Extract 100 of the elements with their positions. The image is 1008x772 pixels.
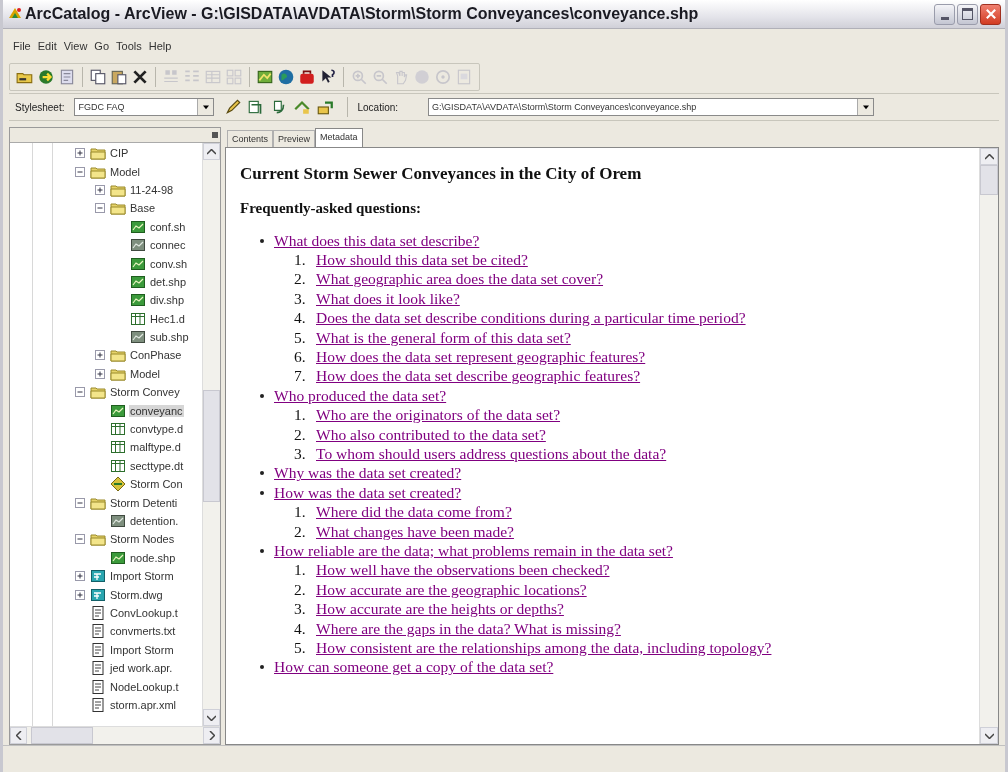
- tree-item[interactable]: sub.shp: [149, 331, 190, 344]
- caret-down-icon[interactable]: [984, 732, 994, 739]
- delete-icon[interactable]: [131, 68, 149, 86]
- link[interactable]: How can someone get a copy of the data set?: [274, 658, 554, 677]
- menu-item[interactable]: Help: [148, 40, 172, 52]
- folder-disconnect-icon[interactable]: [37, 68, 55, 86]
- list-number: 4.: [294, 619, 307, 638]
- scroll-left-button[interactable]: [10, 727, 27, 744]
- scrollbar[interactable]: [10, 726, 220, 744]
- maximize-button[interactable]: [957, 3, 978, 25]
- export-icon[interactable]: [293, 98, 312, 116]
- link[interactable]: Where are the gaps in the data? What is missing?: [316, 619, 621, 638]
- scroll-down-button[interactable]: [980, 727, 998, 744]
- tree-item[interactable]: secttype.dt: [129, 459, 185, 472]
- tab[interactable]: Contents: [227, 130, 274, 147]
- tree-item[interactable]: div.shp: [149, 294, 186, 307]
- caret-right-icon[interactable]: [208, 731, 215, 740]
- tree-item[interactable]: ConPhase: [129, 349, 183, 362]
- tree-item[interactable]: Storm Con: [129, 478, 184, 491]
- tab[interactable]: Preview: [273, 130, 316, 147]
- stylesheet-label: Stylesheet:: [15, 101, 65, 113]
- menu-item[interactable]: View: [63, 40, 88, 52]
- link[interactable]: Why was the data set created?: [274, 464, 462, 483]
- tree-item[interactable]: Storm Convey: [109, 386, 181, 399]
- update-icon[interactable]: [316, 98, 335, 116]
- link[interactable]: How consistent are the relationships among the data, including topology?: [316, 638, 772, 657]
- location-field[interactable]: G:\GISDATA\AVDATA\Storm\Storm Conveyances\conveyance.shp: [428, 98, 875, 116]
- tree-item[interactable]: storm.apr.xml: [109, 698, 177, 711]
- link[interactable]: What does this data set describe?: [274, 231, 480, 250]
- caret-down-icon[interactable]: [207, 714, 216, 721]
- copy-icon[interactable]: [89, 68, 107, 86]
- caret-up-icon[interactable]: [207, 148, 216, 155]
- link[interactable]: Where did the data come from?: [316, 503, 512, 522]
- map-icon[interactable]: [256, 68, 274, 86]
- link[interactable]: What does it look like?: [316, 289, 460, 308]
- pencil-icon[interactable]: [224, 98, 243, 116]
- tree-item[interactable]: Storm Nodes: [109, 533, 176, 546]
- scroll-thumb[interactable]: [980, 165, 998, 195]
- menu-item[interactable]: File: [13, 40, 31, 52]
- tree-item[interactable]: Import Storm: [109, 570, 175, 583]
- table-icon: [110, 457, 126, 474]
- paste-icon[interactable]: [110, 68, 128, 86]
- scroll-down-button[interactable]: [203, 709, 220, 726]
- link[interactable]: To whom should users address questions about the data?: [316, 445, 667, 463]
- tree-item[interactable]: Storm.dwg: [109, 588, 164, 601]
- tree-item[interactable]: Import Storm: [109, 643, 175, 656]
- link[interactable]: Does the data set describe conditions during a particular time period?: [316, 309, 746, 328]
- tree-item[interactable]: conveyanc: [129, 404, 184, 417]
- link[interactable]: What is the general form of this data set?: [316, 328, 571, 347]
- scroll-right-button[interactable]: [203, 727, 220, 744]
- link[interactable]: How well have the observations been checked?: [316, 561, 610, 580]
- tree-item[interactable]: Model: [109, 165, 141, 178]
- tree-item[interactable]: Model: [129, 367, 161, 380]
- toolbox-icon[interactable]: [298, 68, 316, 86]
- link[interactable]: How reliable are the data; what problems remain in the data set?: [274, 541, 673, 560]
- link[interactable]: How does the data set represent geographic features?: [316, 348, 646, 367]
- scroll-thumb[interactable]: [31, 727, 93, 744]
- tree-item[interactable]: convtype.d: [129, 423, 185, 436]
- tree-item[interactable]: NodeLookup.t: [109, 680, 180, 693]
- properties-icon[interactable]: [58, 68, 76, 86]
- scrollbar[interactable]: [202, 143, 220, 726]
- list-number: 3.: [294, 445, 307, 463]
- menu-item[interactable]: Go: [94, 40, 110, 52]
- caret-up-icon[interactable]: [984, 153, 994, 160]
- stylesheet-dropdown[interactable]: FGDC FAQ: [74, 98, 215, 116]
- tree-item[interactable]: ConvLookup.t: [109, 606, 179, 619]
- minimize-button[interactable]: [934, 3, 955, 25]
- scroll-up-button[interactable]: [203, 143, 220, 160]
- tree-item[interactable]: det.shp: [149, 275, 188, 288]
- tree-item[interactable]: malftype.d: [129, 441, 182, 454]
- globe-icon[interactable]: [277, 68, 295, 86]
- tree-item[interactable]: conf.sh: [149, 220, 187, 233]
- tree-item[interactable]: Storm Detenti: [109, 496, 179, 509]
- link[interactable]: What changes have been made?: [316, 522, 514, 541]
- link[interactable]: Who are the originators of the data set?: [316, 406, 561, 425]
- link[interactable]: How should this data set be cited?: [316, 251, 528, 270]
- tree-item[interactable]: conv.sh: [149, 257, 189, 270]
- link[interactable]: How accurate are the geographic locations?: [316, 580, 587, 599]
- menu-item[interactable]: Tools: [116, 40, 142, 52]
- caret-left-icon[interactable]: [15, 731, 22, 740]
- tree-item[interactable]: Base: [129, 202, 157, 215]
- scroll-thumb[interactable]: [203, 390, 220, 502]
- link[interactable]: Who also contributed to the data set?: [316, 425, 546, 444]
- tree-item[interactable]: 11-24-98: [129, 183, 175, 196]
- tree-item[interactable]: convmerts.txt: [109, 625, 177, 638]
- link[interactable]: How was the data set created?: [274, 483, 462, 502]
- tree-item[interactable]: detention.: [129, 515, 180, 527]
- scrollbar[interactable]: [979, 148, 998, 744]
- link[interactable]: What geographic area does the data set cover?: [316, 270, 604, 289]
- tab[interactable]: Metadata: [315, 128, 363, 147]
- menu-item[interactable]: Edit: [37, 40, 57, 52]
- tree-item[interactable]: node.shp: [129, 551, 177, 564]
- link[interactable]: How does the data set describe geographic features?: [316, 367, 641, 386]
- link[interactable]: How accurate are the heights or depths?: [316, 600, 564, 619]
- tree-item[interactable]: jed work.apr.: [109, 662, 174, 675]
- tree-item[interactable]: Hec1.d: [149, 312, 186, 325]
- tree-item[interactable]: CIP: [109, 147, 130, 160]
- scroll-up-button[interactable]: [980, 148, 998, 165]
- tree-item[interactable]: connec: [149, 239, 187, 252]
- link[interactable]: Who produced the data set?: [274, 386, 447, 405]
